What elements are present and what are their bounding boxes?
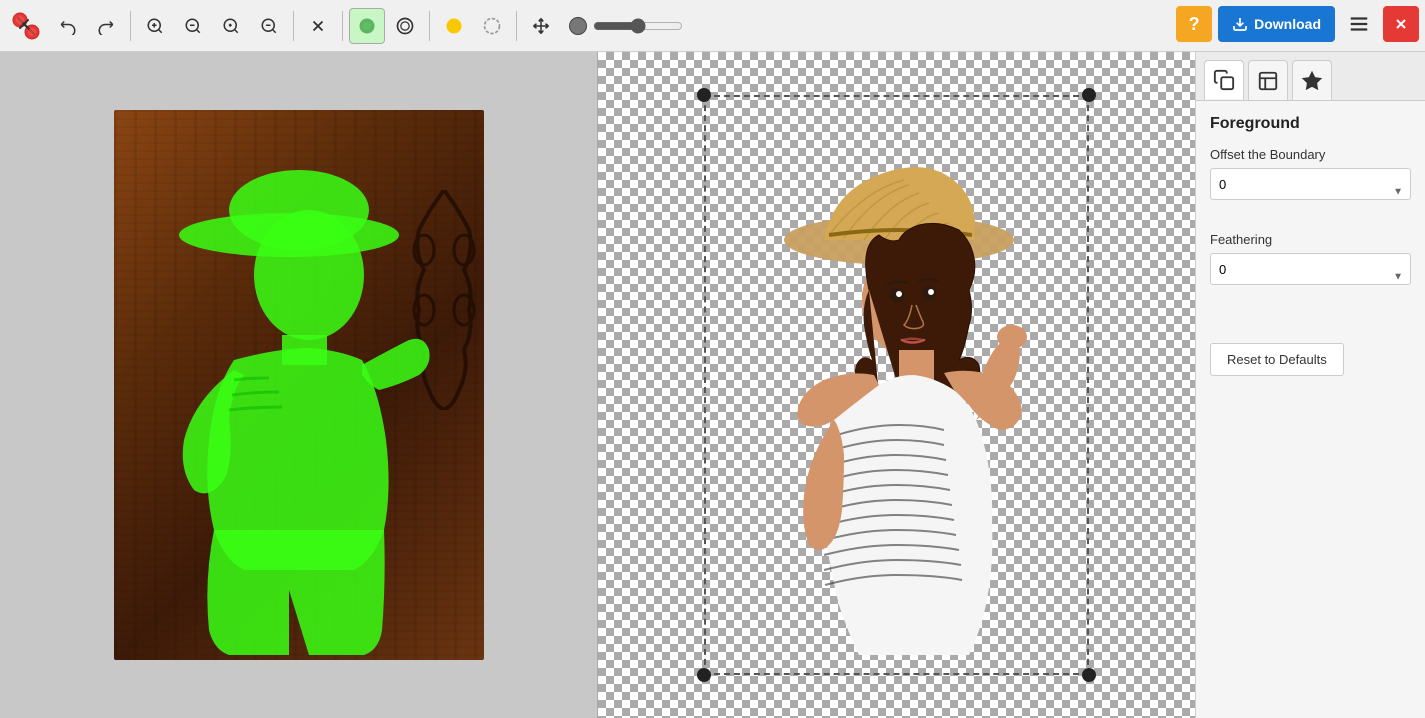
close-button[interactable]	[1383, 6, 1419, 42]
opacity-control	[569, 17, 683, 35]
foreground-brush-button[interactable]	[349, 8, 385, 44]
close-icon	[1393, 16, 1409, 32]
feathering-select[interactable]: 0 1 2 3 5 10	[1210, 253, 1411, 285]
separator-1	[130, 11, 131, 41]
header-right: ? Download	[1176, 6, 1419, 42]
eraser-button[interactable]	[474, 8, 510, 44]
panel-tabs	[1196, 52, 1425, 101]
separator-4	[429, 11, 430, 41]
panel-title: Foreground	[1210, 115, 1411, 133]
cancel-select-button[interactable]	[300, 8, 336, 44]
left-image	[114, 110, 484, 660]
app-logo	[8, 8, 44, 44]
feathering-select-wrapper: 0 1 2 3 5 10	[1210, 253, 1411, 301]
download-icon	[1232, 16, 1248, 32]
offset-select[interactable]: 0 1 2 3 5 10	[1210, 168, 1411, 200]
tab-layout[interactable]	[1248, 60, 1288, 100]
menu-button[interactable]	[1341, 6, 1377, 42]
opacity-slider[interactable]	[593, 18, 683, 34]
reset-defaults-button[interactable]: Reset to Defaults	[1210, 343, 1344, 376]
undo-button[interactable]	[50, 8, 86, 44]
tab-copy[interactable]	[1204, 60, 1244, 100]
offset-label: Offset the Boundary	[1210, 147, 1411, 162]
right-image-area	[704, 95, 1089, 675]
yellow-tool-button[interactable]	[436, 8, 472, 44]
right-canvas[interactable]	[598, 52, 1195, 718]
main-area: Foreground Offset the Boundary 0 1 2 3 5…	[0, 52, 1425, 718]
zoom-fit-button[interactable]	[213, 8, 249, 44]
background-brush-button[interactable]	[387, 8, 423, 44]
move-tool-button[interactable]	[523, 8, 559, 44]
separator-2	[293, 11, 294, 41]
feathering-label: Feathering	[1210, 232, 1411, 247]
zoom-out-button[interactable]	[175, 8, 211, 44]
zoom-in-button[interactable]	[137, 8, 173, 44]
help-button[interactable]: ?	[1176, 6, 1212, 42]
separator-5	[516, 11, 517, 41]
hamburger-icon	[1348, 13, 1370, 35]
separator-3	[342, 11, 343, 41]
result-figure	[704, 95, 1089, 675]
opacity-indicator	[569, 17, 587, 35]
redo-button[interactable]	[88, 8, 124, 44]
offset-select-wrapper: 0 1 2 3 5 10	[1210, 168, 1411, 216]
panel-content: Foreground Offset the Boundary 0 1 2 3 5…	[1196, 101, 1425, 718]
download-button[interactable]: Download	[1218, 6, 1335, 42]
tab-star[interactable]	[1292, 60, 1332, 100]
right-panel: Foreground Offset the Boundary 0 1 2 3 5…	[1195, 52, 1425, 718]
left-canvas[interactable]	[0, 52, 598, 718]
zoom-actual-button[interactable]	[251, 8, 287, 44]
